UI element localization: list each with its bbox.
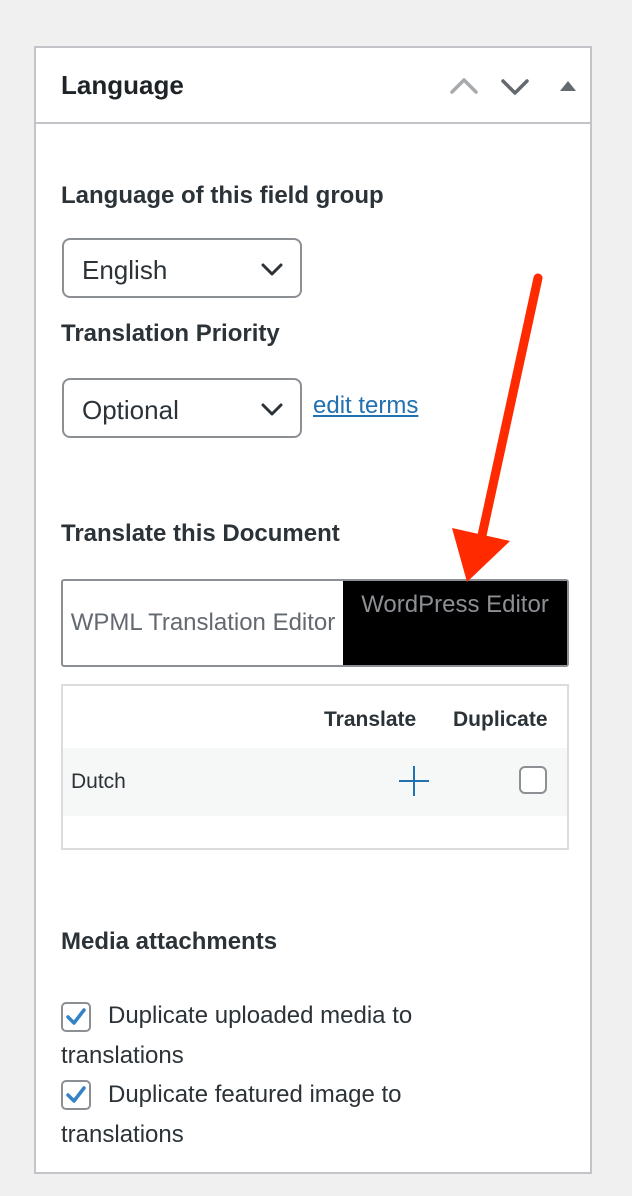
annotation-arrow — [452, 273, 543, 582]
